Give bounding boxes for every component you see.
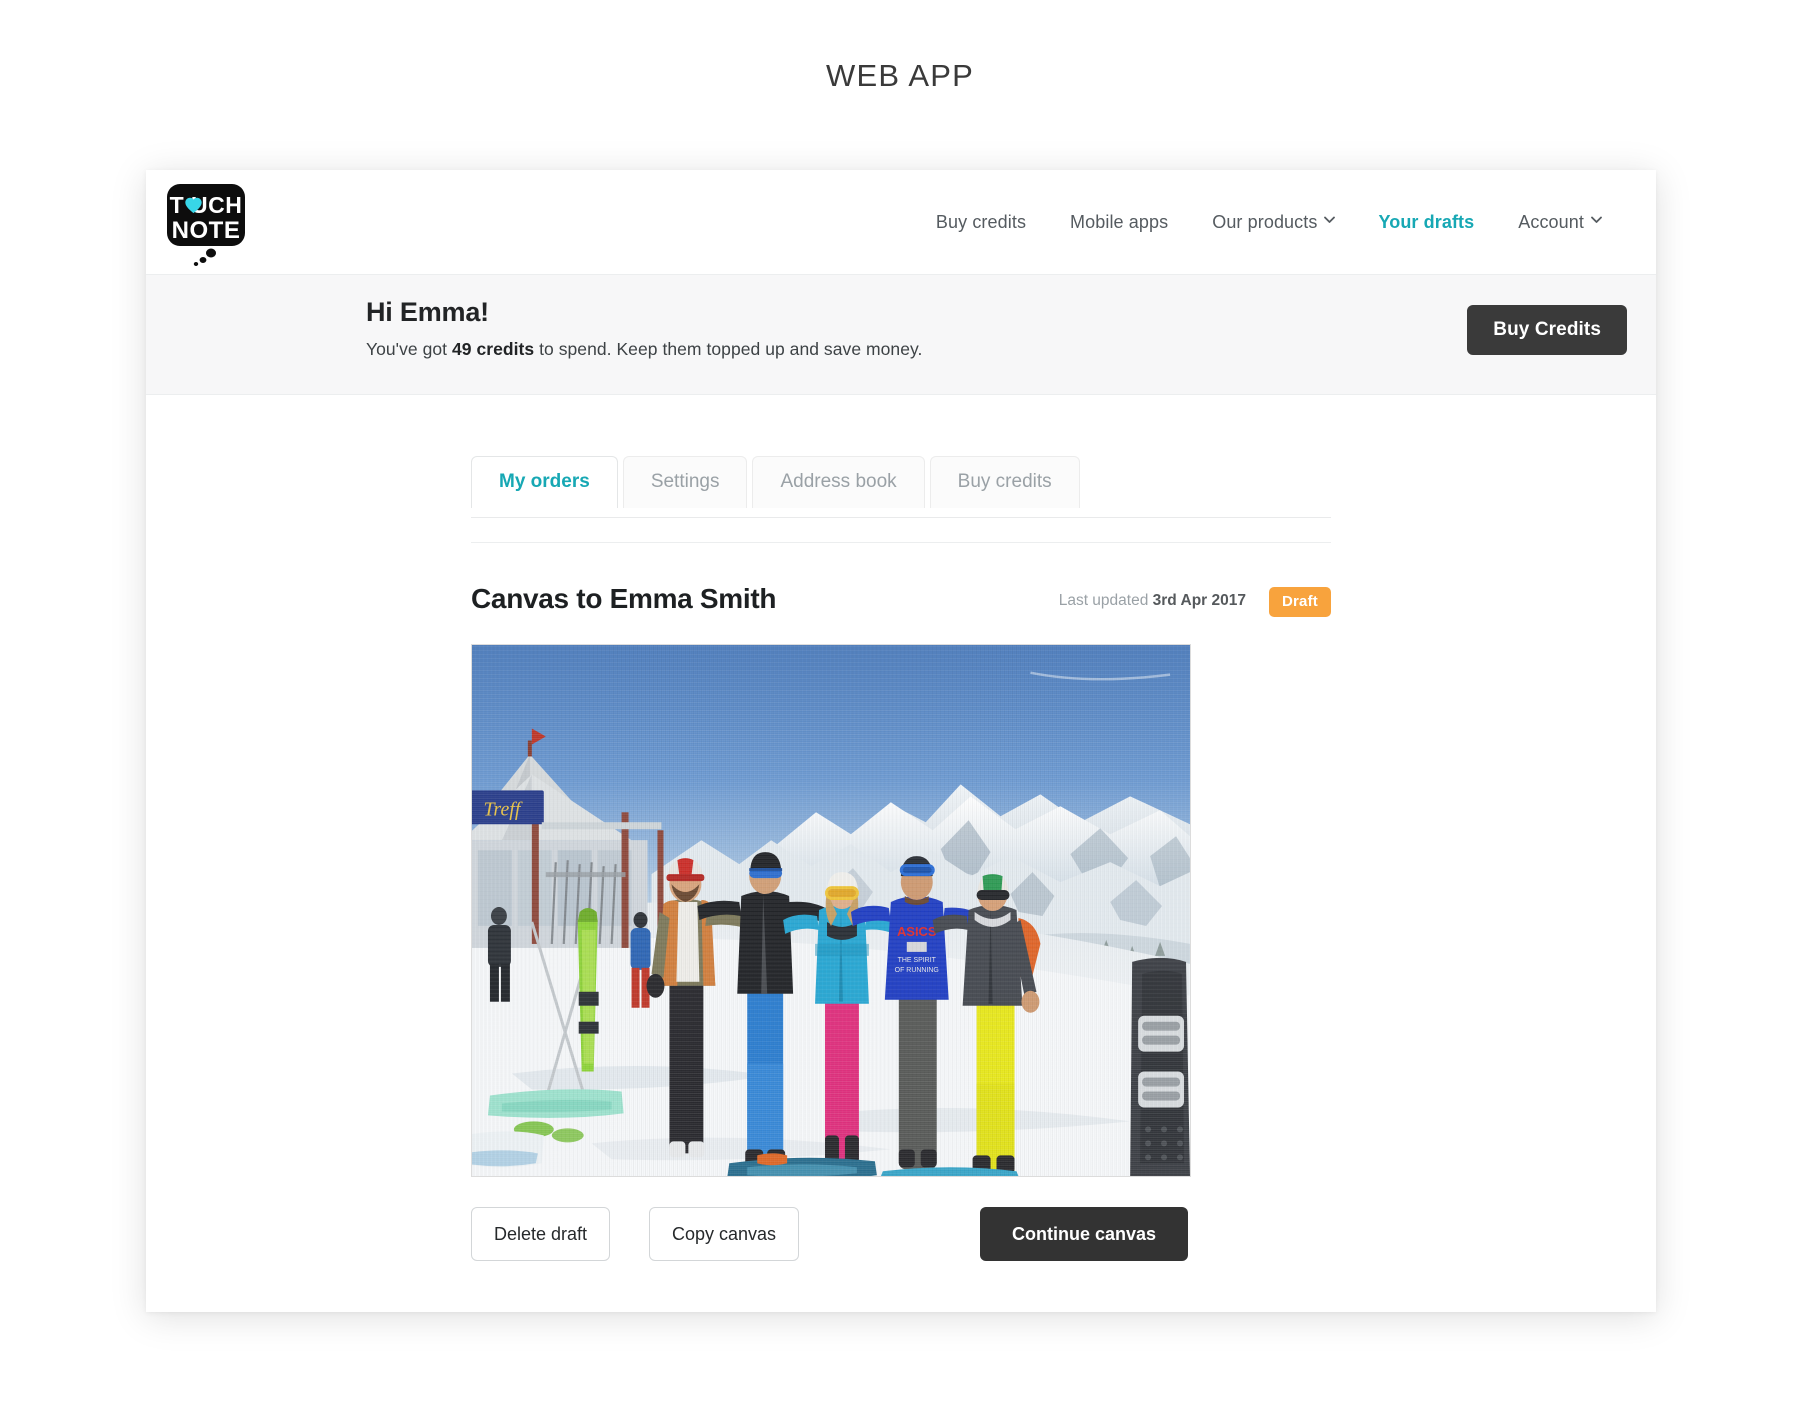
ski-group-photo[interactable]: Treff <box>471 644 1191 1177</box>
nav-item-buy-credits[interactable]: Buy credits <box>914 212 1048 233</box>
order-last-updated-date: 3rd Apr 2017 <box>1152 592 1246 609</box>
greeting-banner: Hi Emma! You've got 49 credits to spend.… <box>146 275 1656 395</box>
credits-amount: 49 credits <box>451 339 535 359</box>
web-app-window: T UCH NOTE Buy credits Mobile apps Our p… <box>146 170 1656 1312</box>
order-last-updated: Last updated 3rd Apr 2017 <box>1059 592 1246 610</box>
screenshot-root: WEB APP T UCH NOTE Buy credits Mobile ap… <box>0 0 1800 1404</box>
chevron-down-icon <box>1591 216 1602 226</box>
credits-summary-suffix: to spend. Keep them topped up and save m… <box>534 339 923 359</box>
nav-item-your-drafts[interactable]: Your drafts <box>1356 212 1496 233</box>
credits-summary-prefix: You've got <box>366 339 452 359</box>
nav-item-account[interactable]: Account <box>1496 212 1623 233</box>
content-divider <box>471 542 1331 543</box>
copy-canvas-button[interactable]: Copy canvas <box>649 1207 800 1261</box>
tab-buy-credits[interactable]: Buy credits <box>929 456 1080 508</box>
delete-draft-button[interactable]: Delete draft <box>471 1207 611 1261</box>
nav-label: Our products <box>1212 212 1318 232</box>
app-header: T UCH NOTE Buy credits Mobile apps Our p… <box>146 170 1656 275</box>
tab-underline <box>471 517 1331 518</box>
nav-label: Account <box>1518 212 1584 232</box>
nav-item-our-products[interactable]: Our products <box>1190 212 1356 233</box>
page-title: WEB APP <box>826 58 974 93</box>
order-header: Canvas to Emma Smith Last updated 3rd Ap… <box>471 583 1331 629</box>
nav-label: Mobile apps <box>1070 212 1169 232</box>
svg-text:T UCH: T UCH <box>170 192 243 218</box>
tab-bar-zone: My orders Settings Address book Buy cred… <box>146 395 1656 518</box>
greeting-title: Hi Emma! <box>366 297 489 327</box>
order-item: Canvas to Emma Smith Last updated 3rd Ap… <box>471 583 1331 1261</box>
credits-summary: You've got 49 credits to spend. Keep the… <box>366 339 922 360</box>
nav-item-mobile-apps[interactable]: Mobile apps <box>1048 212 1190 233</box>
order-last-updated-label: Last updated <box>1058 592 1153 609</box>
greeting-text-block: Hi Emma! You've got 49 credits to spend.… <box>366 297 922 360</box>
chevron-down-icon <box>1324 216 1336 226</box>
tab-settings[interactable]: Settings <box>622 456 748 508</box>
tab-bar: My orders Settings Address book Buy cred… <box>471 456 1085 509</box>
svg-text:NOTE: NOTE <box>172 217 241 244</box>
buy-credits-button[interactable]: Buy Credits <box>1467 305 1627 355</box>
touchnote-logo-icon: T UCH NOTE <box>167 184 245 266</box>
order-title: Canvas to Emma Smith <box>471 583 777 614</box>
main-navigation: Buy credits Mobile apps Our products You… <box>914 170 1623 275</box>
ski-group-photo-image: Treff <box>472 645 1190 1176</box>
nav-label: Buy credits <box>935 212 1027 232</box>
continue-canvas-button[interactable]: Continue canvas <box>980 1207 1189 1261</box>
touchnote-logo[interactable]: T UCH NOTE <box>161 171 266 271</box>
tab-my-orders[interactable]: My orders <box>471 456 618 509</box>
nav-label: Your drafts <box>1378 212 1475 232</box>
status-badge: Draft <box>1268 587 1331 617</box>
order-actions: Delete draft Copy canvas Continue canvas <box>471 1207 1331 1261</box>
tab-address-book[interactable]: Address book <box>752 456 925 508</box>
